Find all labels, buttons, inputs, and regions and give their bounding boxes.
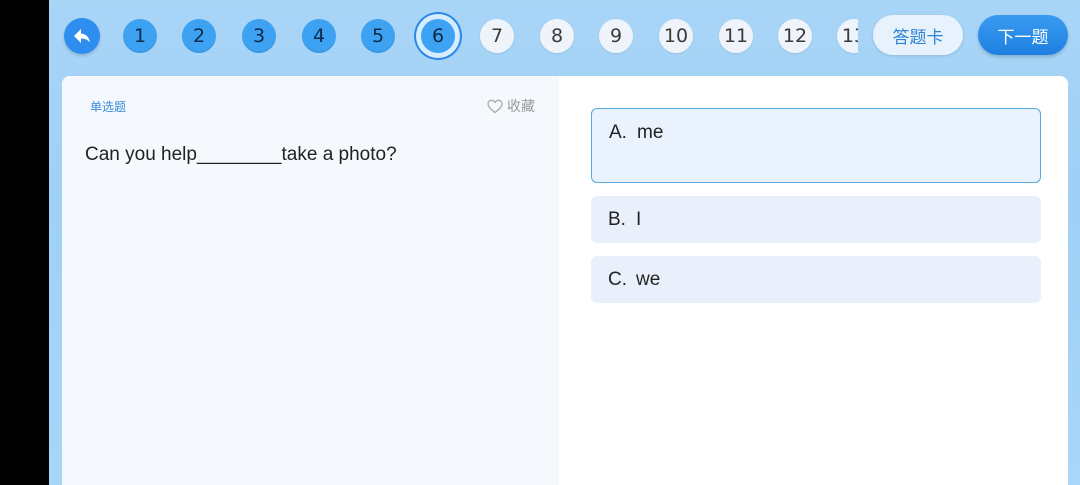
option-b-letter: B. [608,209,626,230]
option-b-text: I [636,209,642,230]
question-number-list: 1 2 3 4 5 6 7 8 9 10 11 12 13 [121,0,858,72]
question-number-6-current[interactable]: 6 [421,19,455,53]
option-a-letter: A. [609,122,627,143]
option-a[interactable]: A. me [591,108,1041,183]
back-arrow-icon [74,29,90,43]
question-number-3[interactable]: 3 [242,19,276,53]
heart-outline-icon [487,99,503,113]
question-number-10[interactable]: 10 [659,19,693,53]
question-number-5[interactable]: 5 [361,19,395,53]
back-button[interactable] [64,18,100,54]
question-number-7[interactable]: 7 [480,19,514,53]
option-b[interactable]: B. I [591,196,1041,243]
next-question-button[interactable]: 下一题 [978,15,1068,55]
question-area: 单选题 收藏 Can you help________take a photo? [62,76,559,485]
question-number-13[interactable]: 13 [837,19,858,53]
top-bar: 1 2 3 4 5 6 7 8 9 10 11 12 13 答题卡 下一题 [49,0,1080,76]
option-c-text: we [636,269,661,290]
favorite-button[interactable]: 收藏 [487,96,535,116]
question-number-12[interactable]: 12 [778,19,812,53]
question-number-11[interactable]: 11 [719,19,753,53]
option-a-text: me [637,122,664,143]
option-c[interactable]: C. we [591,256,1041,303]
quiz-app: 1 2 3 4 5 6 7 8 9 10 11 12 13 答题卡 下一题 单选… [49,0,1080,485]
question-panel: 单选题 收藏 Can you help________take a photo?… [62,76,1068,485]
question-number-4[interactable]: 4 [302,19,336,53]
favorite-label: 收藏 [507,99,535,115]
question-type-label: 单选题 [90,100,127,114]
question-text: Can you help________take a photo? [85,144,397,165]
question-number-8[interactable]: 8 [540,19,574,53]
question-number-9[interactable]: 9 [599,19,633,53]
option-c-letter: C. [608,269,627,290]
question-number-1[interactable]: 1 [123,19,157,53]
question-number-2[interactable]: 2 [182,19,216,53]
answer-card-button[interactable]: 答题卡 [873,15,963,55]
